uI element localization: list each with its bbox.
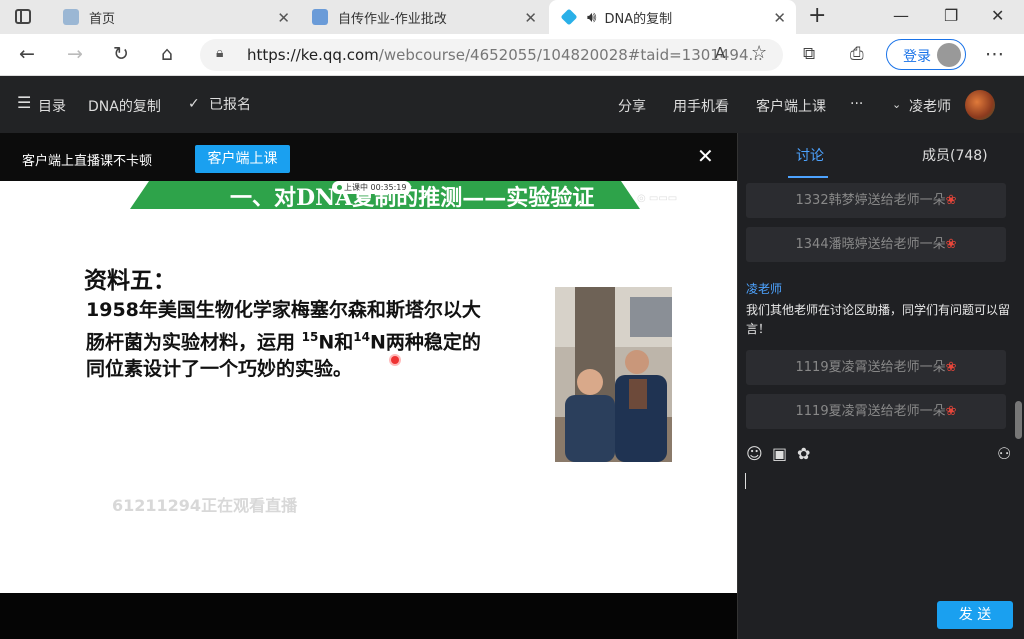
menu-icon[interactable]: ☰ — [17, 93, 31, 112]
read-aloud-icon[interactable]: A — [715, 44, 725, 62]
tencent-class-icon — [560, 8, 578, 26]
url-text[interactable]: https://ke.qq.com/webcourse/4652055/1048… — [247, 46, 763, 64]
more-options[interactable]: ··· — [850, 96, 863, 112]
enrolled-status: 已报名 — [209, 97, 251, 113]
close-tab-icon[interactable]: ✕ — [773, 9, 786, 27]
person-icon[interactable]: ⚇ — [997, 444, 1011, 463]
minimize-icon[interactable]: — — [893, 6, 909, 25]
restore-icon[interactable]: ❐ — [944, 6, 958, 25]
message-author: 凌老师 — [746, 282, 783, 296]
lock-icon[interactable]: 🔒︎ — [216, 45, 223, 61]
course-title: DNA的复制 — [88, 99, 161, 115]
check-icon: ✓ — [188, 96, 200, 112]
flower-icon: ❀ — [945, 360, 957, 375]
close-tab-icon[interactable]: ✕ — [277, 9, 290, 27]
flower-icon: ❀ — [945, 193, 957, 208]
active-tab-indicator — [788, 176, 828, 178]
back-icon[interactable]: ← — [19, 43, 35, 65]
gift-message: 1119夏凌霄送给老师一朵❀ — [746, 350, 1006, 385]
close-icon[interactable]: ✕ — [697, 144, 714, 168]
new-tab-button[interactable]: + — [808, 3, 826, 28]
screenshot-icon[interactable]: ⎙ — [850, 44, 864, 64]
flower-gift-icon[interactable]: ✿ — [797, 444, 810, 463]
profile-avatar-icon — [937, 43, 961, 67]
flower-icon: ❀ — [945, 237, 957, 252]
login-button[interactable]: 登录 — [886, 39, 966, 70]
presentation-slide: 一、对DNA复制的推测——实验验证 上课中 00:35:19 ◎ ▭▭▭ 资料五… — [0, 181, 737, 593]
tab-label: DNA的复制 — [604, 11, 673, 27]
browser-tab-strip: 首页 ✕ 自传作业-作业批改 ✕ 🔊︎ DNA的复制 ✕ + — ❐ ✕ — [0, 0, 1024, 34]
catalog-link[interactable]: 目录 — [38, 96, 66, 116]
address-toolbar: ← → ↻ ⌂ 🔒︎ https://ke.qq.com/webcourse/4… — [0, 34, 1024, 76]
flower-icon: ❀ — [945, 404, 957, 419]
chat-toolbar: ☺ ▣ ✿ ⚇ — [746, 444, 1016, 464]
mobile-view-link[interactable]: 用手机看 — [673, 96, 729, 116]
chat-scrollbar[interactable] — [1015, 401, 1022, 439]
tab-actions-icon[interactable] — [15, 9, 31, 24]
scientists-photo — [555, 287, 672, 462]
banner-title: 一、对DNA复制的推测——实验验证 — [230, 185, 595, 211]
notice-text: 客户端上直播课不卡顿 — [22, 154, 153, 169]
more-menu-icon[interactable]: ⋯ — [985, 43, 1004, 65]
chat-input-cursor[interactable] — [745, 473, 746, 489]
tab-label: 首页 — [89, 11, 116, 27]
material-title: 资料五： — [84, 268, 176, 294]
gift-message: 1332韩梦婷送给老师一朵❀ — [746, 183, 1006, 218]
refresh-icon[interactable]: ↻ — [113, 43, 129, 65]
tab-discussion[interactable]: 讨论 — [796, 145, 824, 165]
close-window-icon[interactable]: ✕ — [991, 6, 1004, 25]
discussion-panel: 讨论 成员(748) 1332韩梦婷送给老师一朵❀ 1344潘晓婷送给老师一朵❀… — [737, 133, 1024, 639]
teacher-avatar[interactable] — [965, 90, 995, 120]
qq-ke-icon — [312, 9, 328, 25]
client-notice-bar: 客户端上直播课不卡顿 客户端上课 ✕ — [0, 133, 737, 181]
tab-dna-active[interactable]: 🔊︎ DNA的复制 ✕ — [549, 0, 796, 34]
speaker-icon[interactable]: 🔊︎ — [587, 8, 596, 26]
tab-label: 自传作业-作业批改 — [338, 11, 447, 27]
tab-members[interactable]: 成员(748) — [922, 145, 988, 165]
teacher-name[interactable]: 凌老师 — [909, 96, 951, 116]
image-icon[interactable]: ▣ — [772, 444, 787, 463]
player-bottom-bar — [0, 593, 737, 639]
tab-home[interactable]: 首页 ✕ — [55, 0, 300, 34]
client-class-button[interactable]: 客户端上课 — [195, 145, 290, 173]
gift-message: 1119夏凌霄送给老师一朵❀ — [746, 394, 1006, 429]
qq-ke-icon — [63, 9, 79, 25]
send-button[interactable]: 发 送 — [937, 601, 1013, 629]
home-icon[interactable]: ⌂ — [161, 43, 173, 65]
url-bar[interactable]: 🔒︎ https://ke.qq.com/webcourse/4652055/1… — [200, 39, 783, 71]
client-class-link[interactable]: 客户端上课 — [756, 96, 826, 116]
laser-pointer — [391, 356, 399, 364]
tab-homework[interactable]: 自传作业-作业批改 ✕ — [302, 0, 547, 34]
viewer-watermark: 61211294正在观看直播 — [112, 496, 298, 515]
gift-message: 1344潘晓婷送给老师一朵❀ — [746, 227, 1006, 262]
emoji-icon[interactable]: ☺ — [746, 444, 763, 463]
chevron-down-icon[interactable]: ⌄ — [892, 98, 901, 111]
slide-logo-icon: ◎ ▭▭▭ — [637, 193, 678, 204]
forward-icon[interactable]: → — [67, 43, 83, 65]
live-timer-badge: 上课中 00:35:19 — [332, 181, 412, 194]
message-text: 我们其他老师在讨论区助播，同学们有问题可以留言！ — [746, 303, 1011, 336]
course-header: ☰ 目录 DNA的复制 ✓ 已报名 分享 用手机看 客户端上课 ··· ⌄ 凌老… — [0, 76, 1024, 133]
material-text: 1958年美国生物化学家梅塞尔森和斯塔尔以大 肠杆菌为实验材料，运用 15N和1… — [86, 299, 481, 381]
favorite-star-icon[interactable]: ☆ — [751, 42, 767, 63]
share-link[interactable]: 分享 — [618, 96, 646, 116]
close-tab-icon[interactable]: ✕ — [524, 9, 537, 27]
collections-icon[interactable]: ⧉ — [803, 44, 815, 64]
